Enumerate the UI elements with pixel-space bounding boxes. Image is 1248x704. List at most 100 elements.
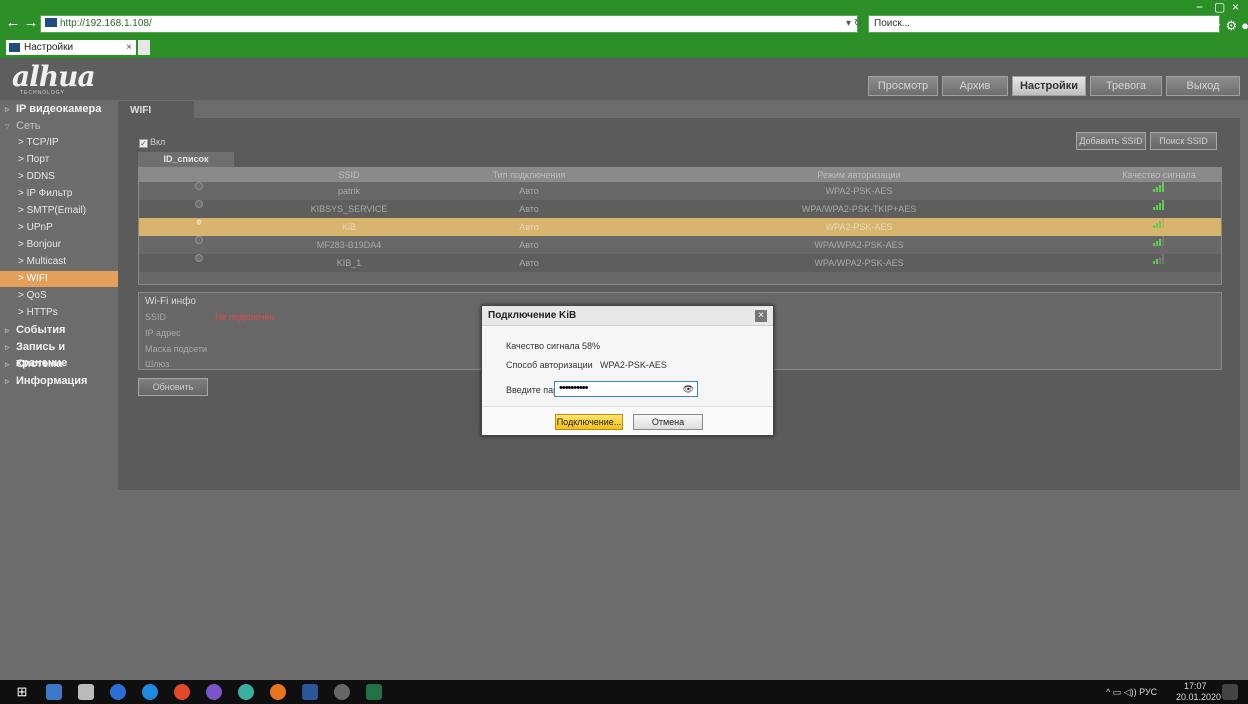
sidebar-item-network[interactable]: Сеть [0,118,118,134]
table-row[interactable]: KIB_1 Авто WPA/WPA2-PSK-AES [139,254,1221,272]
chrome-icon[interactable] [174,684,190,700]
signal-label: Качество сигнала [506,341,580,351]
header: alhua TECHNOLOGY Просмотр Архив Настройк… [0,58,1248,100]
nav-logout[interactable]: Выход [1166,76,1240,96]
excel-icon[interactable] [366,684,382,700]
app-icon[interactable] [270,684,286,700]
sidebar-item-system[interactable]: Система [0,356,118,372]
sidebar-item-port[interactable]: > Порт [0,152,118,168]
back-icon[interactable]: ← [4,14,22,32]
calculator-icon[interactable] [78,684,94,700]
word-icon[interactable] [302,684,318,700]
col-signal: Качество сигнала [1122,170,1196,180]
signal-icon [1153,200,1165,210]
search-input[interactable]: Поиск... [868,15,1220,33]
new-tab-button[interactable] [138,40,150,55]
sidebar-item-info[interactable]: Информация [0,373,118,389]
connect-button[interactable]: Подключение... [555,414,623,430]
row-ssid: KiB [341,222,356,232]
sidebar-item-storage[interactable]: Запись и хранение [0,339,118,369]
logo: alhua [12,60,96,93]
row-auth: WPA/WPA2-PSK-TKIP+AES [801,204,917,214]
wifi-info-mask-label: Маска подсети [145,344,208,354]
table-header: SSID Тип подключения Режим авторизации К… [139,168,1221,182]
signal-icon [1153,236,1165,246]
nav-archive[interactable]: Архив [942,76,1008,96]
browser-tab[interactable]: Настройки × [6,40,136,55]
app-icon[interactable] [238,684,254,700]
forward-icon[interactable]: → [22,14,40,32]
enable-checkbox[interactable]: ✓ Вкл [139,137,165,148]
tab-title: Настройки [24,42,74,53]
clock-time[interactable]: 17:07 [1184,681,1207,691]
sidebar-item-wifi[interactable]: > WIFI [0,271,118,287]
row-radio[interactable] [195,236,203,244]
table-row[interactable]: patrik Авто WPA2-PSK-AES [139,182,1221,200]
eye-icon[interactable]: 👁 [683,383,694,396]
close-window-icon[interactable]: × [1232,0,1239,14]
refresh-button[interactable]: Обновить [138,378,208,396]
row-auth: WPA2-PSK-AES [825,222,893,232]
close-icon[interactable]: × [755,310,767,322]
nav-settings[interactable]: Настройки [1012,76,1086,96]
checkbox-check-icon: ✓ [139,139,148,148]
row-radio[interactable] [195,254,203,262]
refresh-icon[interactable]: ▾ ↻ [846,15,862,33]
table-row[interactable]: MF283-B19DA4 Авто WPA/WPA2-PSK-AES [139,236,1221,254]
row-radio[interactable] [195,218,203,226]
sidebar-item-events[interactable]: События [0,322,118,338]
tab-close-icon[interactable]: × [126,40,132,55]
search-ssid-button[interactable]: Поиск SSID [1150,132,1217,150]
wifi-info-title: Wi-Fi инфо [145,296,196,307]
notification-icon[interactable] [1222,684,1238,700]
signal-icon [1153,218,1165,228]
minimize-icon[interactable]: − [1196,0,1203,14]
viber-icon[interactable] [206,684,222,700]
password-field[interactable]: •••••••••• 👁 [554,381,698,397]
maximize-icon[interactable]: ▢ [1214,0,1225,14]
app-icon[interactable] [334,684,350,700]
wifi-info-ssid-label: SSID [145,312,167,322]
row-radio[interactable] [195,200,203,208]
table-row[interactable]: KIBSYS_SERVICE Авто WPA/WPA2-PSK-TKIP+AE… [139,200,1221,218]
id-list-tab[interactable]: ID_список [138,152,234,167]
sidebar-item-bonjour[interactable]: > Bonjour [0,237,118,253]
skype-icon[interactable] [142,684,158,700]
address-bar[interactable]: http://192.168.1.108/ [40,15,858,33]
password-value: •••••••••• [559,382,588,394]
auth-label: Способ авторизации [506,360,593,370]
dialog-footer: Подключение... Отмена [482,406,773,435]
cancel-button[interactable]: Отмена [633,414,703,430]
address-url: http://192.168.1.108/ [60,18,152,29]
clock-date[interactable]: 20.01.2020 [1176,692,1221,702]
sidebar-item-ip-camera[interactable]: IP видеокамера [0,101,118,117]
signal-icon [1153,254,1165,264]
row-ssid: KIB_1 [336,258,362,268]
sidebar-item-upnp[interactable]: > UPnP [0,220,118,236]
row-auth: WPA2-PSK-AES [825,186,893,196]
row-auth: WPA/WPA2-PSK-AES [814,258,904,268]
dialog-title: Подключение KiB [482,306,773,326]
sidebar-item-multicast[interactable]: > Multicast [0,254,118,270]
sidebar-item-smtp[interactable]: > SMTP(Email) [0,203,118,219]
nav-alarm[interactable]: Тревога [1090,76,1162,96]
row-radio[interactable] [195,182,203,190]
sidebar-item-tcpip[interactable]: > TCP/IP [0,135,118,151]
start-icon[interactable]: ⊞ [14,684,30,700]
sidebar-item-ddns[interactable]: > DDNS [0,169,118,185]
sidebar-item-qos[interactable]: > QoS [0,288,118,304]
add-ssid-button[interactable]: Добавить SSID [1076,132,1146,150]
search-dropdown-icon[interactable]: ⌕▾ [1178,15,1189,33]
address-row: ← → http://192.168.1.108/ ▾ ↻ Поиск... ⌕… [0,8,1248,36]
explorer-icon[interactable] [46,684,62,700]
sidebar-item-ip-filter[interactable]: > IP Фильтр [0,186,118,202]
sidebar-item-https[interactable]: > HTTPs [0,305,118,321]
sidebar: IP видеокамера Сеть > TCP/IP > Порт > DD… [0,100,118,400]
table-row[interactable]: KiB Авто WPA2-PSK-AES [139,218,1221,236]
ie-icon[interactable] [110,684,126,700]
system-tray[interactable]: ^ ▭ ◁)) РУС [1106,687,1157,698]
wifi-info-ip-label: IP адрес [145,328,181,338]
row-ssid: KIBSYS_SERVICE [310,204,388,214]
toolbar-icons[interactable]: ⌂★⚙● [1198,18,1248,34]
nav-view[interactable]: Просмотр [868,76,938,96]
